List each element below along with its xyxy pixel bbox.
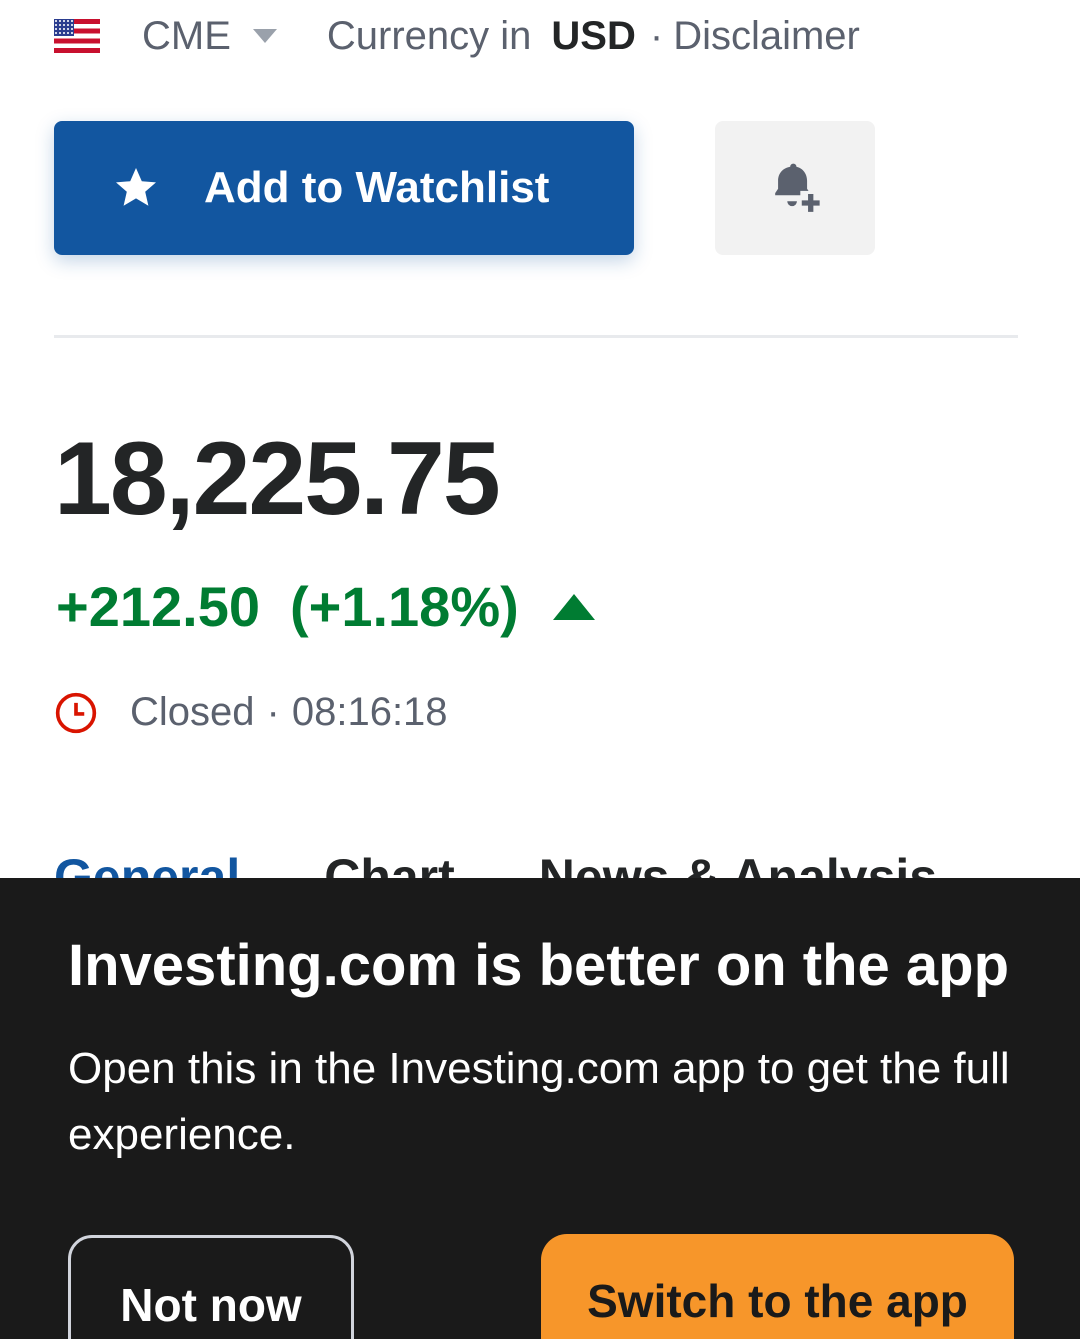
triangle-up-icon — [552, 593, 595, 620]
currency-code: USD — [551, 13, 636, 58]
tab-general[interactable]: General — [54, 840, 240, 878]
app-promo-banner: Investing.com is better on the app Open … — [0, 878, 1080, 1339]
clock-icon — [55, 692, 97, 733]
tab-chart[interactable]: Chart — [324, 840, 455, 878]
not-now-button[interactable]: Not now — [68, 1235, 354, 1339]
change-percent: (+1.18%) — [289, 575, 519, 638]
market-status: Closed · 08:16:18 — [54, 690, 448, 735]
caret-down-icon — [252, 29, 277, 43]
tab-news-analysis[interactable]: News & Analysis — [539, 840, 937, 878]
instrument-meta-bar: CME Currency in USD · Disclaimer — [54, 0, 860, 72]
bell-plus-icon — [775, 163, 824, 215]
add-to-watchlist-button[interactable]: Add to Watchlist — [54, 121, 634, 255]
separator: · — [266, 690, 280, 734]
disclaimer-link[interactable]: Disclaimer — [673, 14, 860, 59]
separator: · — [649, 13, 664, 58]
star-icon — [116, 168, 156, 206]
us-flag-icon — [54, 19, 100, 53]
divider — [54, 335, 1018, 338]
exchange-label: CME — [142, 13, 231, 58]
currency-label: Currency in — [326, 13, 532, 58]
instrument-tabs: General Chart News & Analysis — [54, 840, 1021, 878]
switch-to-app-button[interactable]: Switch to the app — [541, 1234, 1014, 1339]
banner-title: Investing.com is better on the app — [68, 933, 1010, 998]
change-value: +212.50 — [56, 575, 260, 638]
create-alert-button[interactable] — [715, 121, 875, 255]
price-change: +212.50 (+1.18%) — [56, 574, 595, 639]
status-time: 08:16:18 — [291, 690, 448, 734]
banner-body: Open this in the Investing.com app to ge… — [68, 1044, 1010, 1159]
last-price: 18,225.75 — [54, 421, 501, 537]
exchange-selector[interactable]: CME — [142, 14, 327, 59]
status-text: Closed — [130, 690, 255, 734]
watchlist-label: Add to Watchlist — [204, 163, 550, 212]
